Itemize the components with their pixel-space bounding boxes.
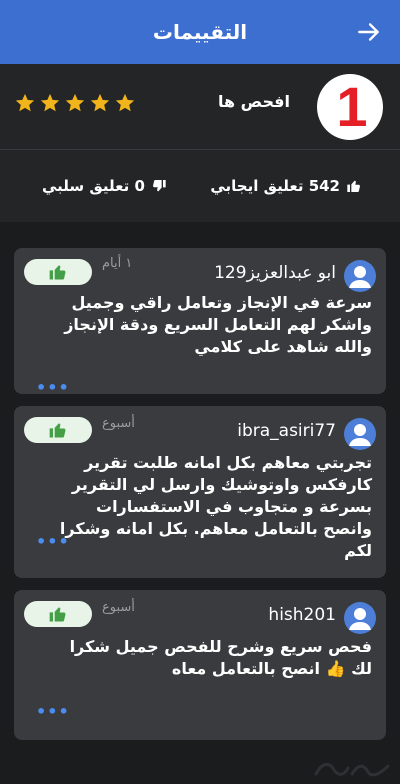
reviews-list[interactable]: ابو عبدالعزيز129 ١ أيام سرعة في الإنجاز … (0, 222, 400, 784)
review-card: ابو عبدالعزيز129 ١ أيام سرعة في الإنجاز … (14, 248, 386, 397)
star-icon (15, 93, 35, 112)
review-username[interactable]: ابو عبدالعزيز129 (214, 263, 336, 283)
seller-name: افحص ها (218, 92, 290, 111)
user-icon (349, 608, 371, 630)
review-line: واشكر لهم التعامل السريع ودقة الإنجاز (64, 315, 372, 334)
like-button[interactable] (24, 601, 92, 627)
star-icon (65, 93, 85, 112)
more-button[interactable]: ••• (36, 702, 70, 721)
review-card: ibra_asiri77 أسبوع تجربتي معاهم بكل امان… (14, 406, 386, 578)
review-body: سرعة في الإنجاز وتعامل راقي وجميل واشكر … (27, 292, 372, 358)
review-line: فحص سريع وشرح للفحص جميل شكرا (69, 637, 372, 656)
negative-count-label: 0 تعليق سلبي (42, 177, 145, 195)
more-button[interactable]: ••• (36, 378, 70, 397)
feedback-counts: 542 تعليق ايجابي 0 تعليق سلبي (0, 150, 400, 222)
svg-text:1: 1 (336, 75, 367, 138)
review-line: سرعة في الإنجاز وتعامل راقي وجميل (71, 293, 372, 312)
review-line: تجربتي معاهم بكل امانه طلبت تقرير (84, 453, 372, 472)
star-icon (90, 93, 110, 112)
thumbs-down-icon (152, 180, 166, 192)
review-line: وانصح بالتعامل معاهم. بكل امانه وشكرا (59, 519, 372, 538)
review-line: لكم (344, 541, 372, 560)
review-line: لك 👍 انصح بالتعامل معاه (171, 659, 372, 678)
seller-summary: 1 افحص ها (0, 64, 400, 149)
back-arrow-icon[interactable] (356, 19, 382, 45)
user-icon (349, 266, 371, 288)
like-button[interactable] (24, 259, 92, 285)
thumbs-up-icon (49, 607, 66, 622)
page-title: التقييمات (152, 20, 248, 44)
thumbs-up-icon (49, 265, 66, 280)
thumbs-up-icon (347, 180, 360, 192)
review-line: والله شاهد على كلامي (194, 337, 372, 356)
review-username[interactable]: ibra_asiri77 (237, 421, 336, 441)
review-card: hish201 أسبوع فحص سريع وشرح للفحص جميل ش… (14, 590, 386, 740)
thumbs-up-icon (49, 423, 66, 438)
review-time: أسبوع (102, 600, 135, 615)
app-header: التقييمات (0, 0, 400, 64)
review-time: ١ أيام (102, 256, 133, 271)
negative-count[interactable]: 0 تعليق سلبي (42, 177, 167, 195)
positive-count[interactable]: 542 تعليق ايجابي (210, 177, 362, 195)
review-time: أسبوع (102, 416, 135, 431)
positive-count-label: 542 تعليق ايجابي (210, 177, 340, 195)
avatar[interactable] (344, 418, 376, 450)
review-username[interactable]: hish201 (268, 605, 336, 625)
user-icon (349, 424, 371, 446)
review-body: فحص سريع وشرح للفحص جميل شكرا لك 👍 انصح … (27, 636, 372, 680)
seller-logo: 1 (317, 74, 383, 140)
star-icon (40, 93, 60, 112)
watermark-logo (314, 763, 390, 777)
more-button[interactable]: ••• (36, 532, 70, 551)
review-line: بسرعة و متجاوب في الاستفسارات (95, 497, 372, 516)
avatar[interactable] (344, 602, 376, 634)
review-line: كارفكس واوتوشيك وارسل لي التقرير (71, 475, 372, 494)
like-button[interactable] (24, 417, 92, 443)
avatar[interactable] (344, 260, 376, 292)
review-body: تجربتي معاهم بكل امانه طلبت تقرير كارفكس… (27, 452, 372, 562)
rating-stars (14, 92, 136, 114)
star-icon (115, 93, 135, 112)
